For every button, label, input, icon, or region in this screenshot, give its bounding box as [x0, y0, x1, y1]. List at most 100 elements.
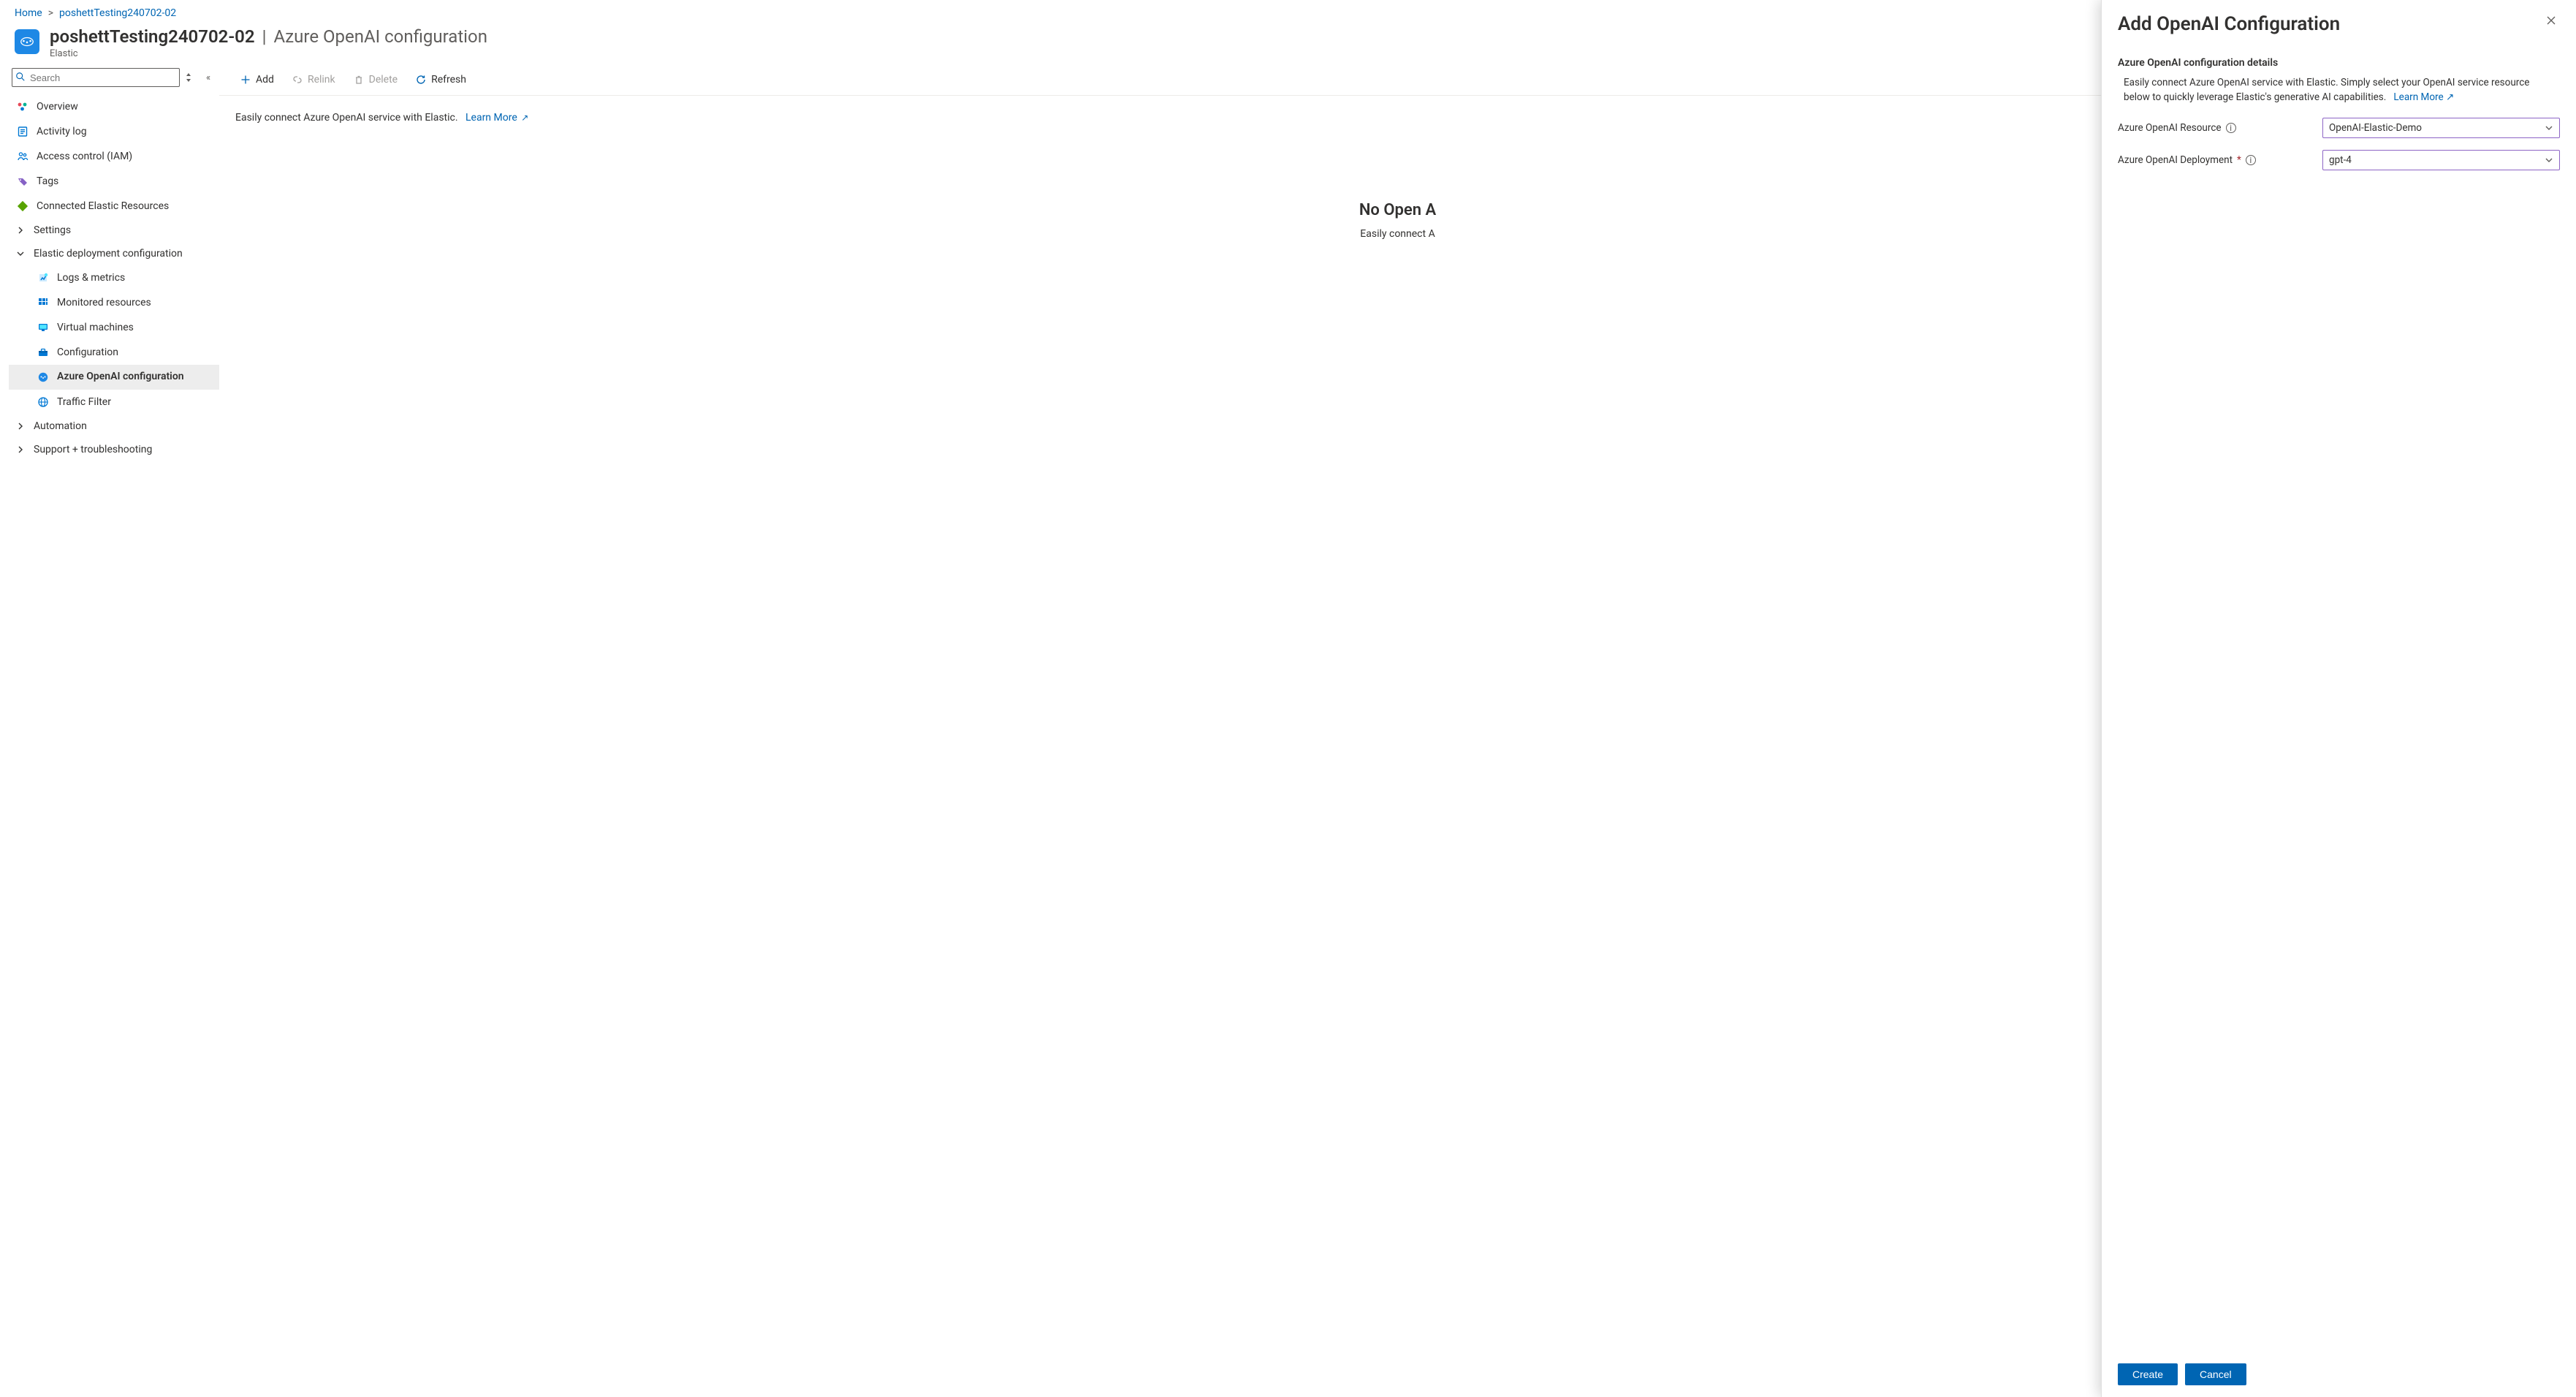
label-text: Azure OpenAI Deployment [2118, 154, 2233, 166]
refresh-button[interactable]: Refresh [408, 69, 474, 90]
sidebar-menu: Overview Activity log Access control (IA… [9, 94, 219, 461]
breadcrumb-resource[interactable]: poshettTesting240702-02 [59, 7, 176, 19]
sidebar-item-label: Access control (IAM) [37, 151, 132, 162]
blade-learn-more-link[interactable]: Learn More ↗ [2393, 91, 2454, 103]
breadcrumb-home[interactable]: Home [15, 7, 42, 19]
external-link-icon: ↗ [2446, 91, 2454, 103]
sidebar-item-label: Settings [34, 224, 71, 236]
logs-icon [37, 271, 50, 284]
grid-icon [37, 296, 50, 309]
label-text: Azure OpenAI Resource [2118, 122, 2222, 134]
sidebar-search-input[interactable] [12, 68, 180, 87]
blade-footer: Create Cancel [2102, 1355, 2576, 1397]
sidebar-item-vms[interactable]: Virtual machines [9, 315, 219, 340]
vm-icon [37, 321, 50, 334]
deployment-field-label: Azure OpenAI Deployment * i [2118, 154, 2322, 166]
sidebar-item-traffic-filter[interactable]: Traffic Filter [9, 390, 219, 414]
blade-learn-more-label: Learn More [2393, 91, 2443, 103]
learn-more-label: Learn More [466, 112, 517, 124]
elastic-logo-icon [15, 29, 39, 54]
chevron-down-icon [16, 249, 26, 258]
delete-button: Delete [346, 69, 405, 90]
connected-icon [16, 200, 29, 213]
chevron-right-icon [16, 422, 26, 431]
select-value: OpenAI-Elastic-Demo [2329, 122, 2422, 134]
blade-section-label: Azure OpenAI configuration details [2102, 64, 2576, 76]
activity-log-icon [16, 125, 29, 138]
chevron-down-icon [2545, 124, 2553, 132]
add-openai-blade: Add OpenAI Configuration Azure OpenAI co… [2101, 64, 2576, 1397]
button-label: Refresh [431, 74, 466, 86]
cancel-button[interactable]: Cancel [2185, 1363, 2246, 1385]
sidebar-item-logs-metrics[interactable]: Logs & metrics [9, 265, 219, 290]
link-icon [292, 74, 303, 86]
chevron-right-icon [16, 226, 26, 235]
overview-icon [16, 100, 29, 113]
create-button[interactable]: Create [2118, 1363, 2178, 1385]
blade-form: Azure OpenAI Resource i OpenAI-Elastic-D… [2102, 118, 2576, 182]
sidebar-item-label: Azure OpenAI configuration [57, 371, 184, 384]
breadcrumb-separator: > [48, 7, 53, 19]
external-link-icon: ↗ [521, 113, 528, 123]
relink-button: Relink [284, 69, 343, 90]
empty-state-title: No Open A [1359, 201, 1436, 219]
globe-icon [37, 395, 50, 409]
sidebar-item-label: Tags [37, 175, 58, 187]
resource-field-label: Azure OpenAI Resource i [2118, 122, 2322, 134]
sidebar-item-label: Traffic Filter [57, 396, 111, 408]
button-label: Delete [369, 74, 398, 86]
plus-icon [240, 74, 251, 86]
tag-icon [16, 175, 29, 188]
sidebar-item-label: Connected Elastic Resources [37, 200, 169, 212]
section-title: Azure OpenAI configuration [273, 26, 487, 47]
sidebar: « Overview Activity log Access control (… [0, 64, 219, 1397]
sidebar-group-elastic-deploy[interactable]: Elastic deployment configuration [9, 242, 219, 265]
chevron-right-icon [16, 445, 26, 454]
resource-select[interactable]: OpenAI-Elastic-Demo [2322, 118, 2560, 138]
learn-more-link[interactable]: Learn More ↗ [466, 112, 528, 124]
sidebar-item-label: Activity log [37, 126, 87, 137]
info-icon[interactable]: i [2226, 123, 2236, 133]
deployment-select[interactable]: gpt-4 [2322, 150, 2560, 170]
sidebar-item-overview[interactable]: Overview [9, 94, 219, 119]
sidebar-item-monitored[interactable]: Monitored resources [9, 290, 219, 315]
sidebar-item-label: Configuration [57, 347, 118, 358]
button-label: Add [256, 74, 274, 86]
sidebar-group-support[interactable]: Support + troubleshooting [9, 438, 219, 461]
sidebar-sort-button[interactable] [184, 72, 197, 83]
required-asterisk: * [2237, 154, 2241, 166]
sidebar-item-label: Logs & metrics [57, 272, 125, 284]
sidebar-group-automation[interactable]: Automation [9, 414, 219, 438]
sidebar-item-azure-openai[interactable]: Azure OpenAI configuration [9, 365, 219, 390]
select-value: gpt-4 [2329, 154, 2352, 166]
blade-description-text: Easily connect Azure OpenAI service with… [2124, 77, 2529, 103]
intro-message: Easily connect Azure OpenAI service with… [235, 112, 458, 124]
resource-title: poshettTesting240702-02 [50, 26, 255, 47]
title-separator: | [259, 26, 270, 47]
chevron-down-icon [2545, 156, 2553, 164]
toolbox-icon [37, 346, 50, 359]
sidebar-collapse-button[interactable]: « [202, 72, 215, 83]
empty-state-subtitle: Easily connect A [1360, 228, 1435, 240]
refresh-icon [415, 74, 427, 86]
sidebar-search [12, 68, 180, 87]
sidebar-item-label: Monitored resources [57, 297, 151, 308]
info-icon[interactable]: i [2246, 155, 2256, 165]
sidebar-item-label: Support + troubleshooting [34, 444, 152, 455]
sidebar-item-connected-resources[interactable]: Connected Elastic Resources [9, 194, 219, 219]
sidebar-item-configuration[interactable]: Configuration [9, 340, 219, 365]
elastic-small-icon [37, 371, 50, 384]
blade-description: Easily connect Azure OpenAI service with… [2102, 76, 2576, 118]
people-icon [16, 150, 29, 163]
sidebar-item-label: Virtual machines [57, 322, 134, 333]
sidebar-item-label: Elastic deployment configuration [34, 248, 183, 260]
search-icon [15, 72, 26, 82]
sidebar-item-tags[interactable]: Tags [9, 169, 219, 194]
sidebar-item-label: Overview [37, 101, 78, 113]
sidebar-group-settings[interactable]: Settings [9, 219, 219, 242]
button-label: Relink [308, 74, 335, 86]
sidebar-item-label: Automation [34, 420, 87, 432]
sidebar-item-activity-log[interactable]: Activity log [9, 119, 219, 144]
sidebar-item-access-control[interactable]: Access control (IAM) [9, 144, 219, 169]
add-button[interactable]: Add [232, 69, 281, 90]
